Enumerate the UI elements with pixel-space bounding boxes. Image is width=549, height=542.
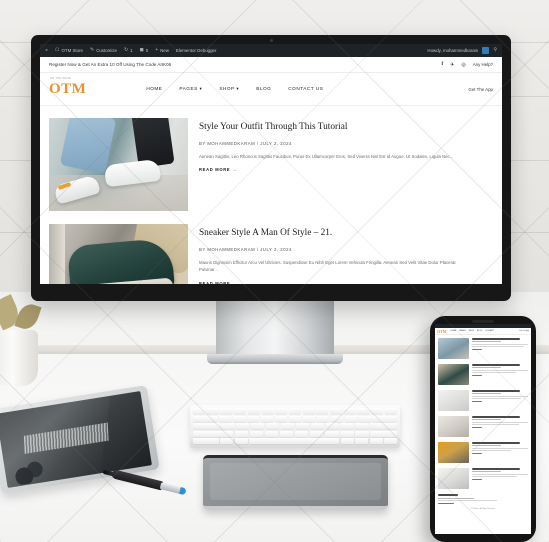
main-navigation: HOME PAGES ▾ SHOP ▾ BLOG CONTACT US — [146, 86, 323, 92]
admin-bar-item-elementor-debugger[interactable]: Elementor Debugger — [176, 48, 217, 53]
graphics-tablet[interactable] — [203, 455, 388, 510]
nav-item-label: PAGES — [179, 86, 198, 91]
keyboard-row — [193, 408, 397, 414]
nav-item-shop[interactable]: SHOP ▾ — [219, 86, 239, 92]
keyboard-row — [193, 438, 398, 445]
help-link[interactable]: Any Help? — [473, 62, 493, 67]
phone-get-the-app-link[interactable]: Get The App — [519, 330, 529, 332]
phone-post-thumbnail[interactable] — [438, 441, 469, 463]
phone-post-item[interactable] — [435, 361, 531, 387]
read-more-link[interactable]: READ MORE → — [199, 281, 493, 284]
wordpress-admin-bar[interactable]: ◒ ☖ OTM Store ✎ Customize ↻ 1 ◼ 0 + New … — [40, 44, 502, 57]
phone-nav-item-contact[interactable]: CONTACT — [485, 330, 494, 332]
wordpress-icon[interactable]: ◒ — [45, 48, 48, 53]
post-excerpt: Mauris Dignissim Efficitur Arcu Vel Ultr… — [199, 259, 456, 273]
blog-post-list: Style Your Outfit Through This Tutorial … — [40, 106, 502, 284]
phone-post-thumbnail[interactable] — [438, 337, 469, 359]
admin-bar-label: Elementor Debugger — [175, 48, 217, 53]
site-logo[interactable]: ON THE MOVE OTM — [49, 77, 87, 97]
post-title[interactable]: Style Your Outfit Through This Tutorial — [199, 122, 493, 134]
promo-text: Register Now & Get An Extra 10 Off Using… — [49, 62, 172, 67]
phone-nav-item-pages[interactable]: PAGES — [459, 330, 465, 332]
phone-post-thumbnail[interactable] — [438, 389, 469, 411]
admin-bar-howdy[interactable]: Howdy, mohammedkaram — [427, 48, 478, 53]
monitor-screen: ◒ ☖ OTM Store ✎ Customize ↻ 1 ◼ 0 + New … — [40, 44, 502, 284]
stylus-accent-ring — [179, 486, 187, 496]
facebook-icon[interactable]: f — [441, 62, 443, 67]
chevron-down-icon: ▾ — [199, 86, 203, 91]
site-header: ON THE MOVE OTM HOME PAGES ▾ SHOP ▾ BLOG… — [40, 73, 502, 106]
keyboard-row — [193, 415, 398, 422]
phone-footer: OTM Store. All Rights Reserved. — [435, 491, 531, 513]
nav-item-label: SHOP — [219, 86, 235, 91]
phone-nav-item-blog[interactable]: BLOG — [477, 330, 482, 332]
phone-speaker — [472, 320, 494, 323]
keyboard-row — [193, 430, 398, 437]
avatar[interactable] — [482, 47, 490, 54]
blog-post-item: Style Your Outfit Through This Tutorial … — [49, 118, 493, 211]
post-meta: BY MOHAMMEDKARAM / JULY 2, 2024 — [199, 140, 292, 146]
admin-bar-item-updates[interactable]: ↻ 1 — [123, 47, 133, 54]
phone-post-item[interactable] — [435, 413, 531, 439]
admin-bar-label: 1 — [130, 48, 133, 53]
promo-bar: Register Now & Get An Extra 10 Off Using… — [40, 57, 502, 73]
phone-nav-item-shop[interactable]: SHOP — [469, 330, 474, 332]
comment-icon: ◼ — [139, 47, 144, 53]
post-thumbnail[interactable] — [49, 118, 188, 211]
post-meta: BY MOHAMMEDKARAM / JULY 2, 2024 — [199, 246, 292, 252]
plant-pot — [0, 330, 38, 386]
blog-post-item: Sneaker Style A Man Of Style – 21. BY MO… — [49, 224, 493, 284]
search-icon[interactable]: ⚲ — [493, 48, 497, 53]
admin-bar-label: 0 — [145, 48, 149, 53]
post-excerpt: Aenean Sagittis, Leo Rhoncus Sagittis Fa… — [199, 153, 454, 159]
phone-post-item[interactable] — [435, 335, 531, 361]
admin-bar-label: Customize — [96, 48, 117, 53]
site-icon: ☖ — [55, 47, 60, 53]
admin-bar-label: OTM Store — [61, 48, 83, 53]
admin-bar-item-new[interactable]: + New — [155, 47, 169, 54]
monitor-stand-neck — [215, 299, 334, 356]
refresh-icon: ↻ — [123, 47, 129, 53]
smartphone: OTM HOME PAGES SHOP BLOG CONTACT Get The… — [430, 316, 536, 542]
instagram-icon[interactable]: ◎ — [461, 62, 465, 68]
nav-item-contact-us[interactable]: CONTACT US — [288, 86, 323, 92]
phone-post-item[interactable] — [435, 387, 531, 413]
post-title[interactable]: Sneaker Style A Man Of Style – 21. — [199, 228, 493, 240]
phone-nav-item-home[interactable]: HOME — [451, 330, 457, 332]
phone-post-item[interactable] — [435, 439, 531, 465]
phone-post-item[interactable] — [435, 465, 531, 491]
tablet-active-area[interactable] — [210, 463, 381, 500]
nav-item-pages[interactable]: PAGES ▾ — [179, 86, 202, 92]
twitter-icon[interactable]: ✈ — [450, 62, 454, 68]
get-the-app-link[interactable]: Get The App — [468, 87, 493, 92]
nav-item-blog[interactable]: BLOG — [256, 86, 271, 92]
phone-logo[interactable]: OTM — [437, 329, 447, 334]
chevron-down-icon: ▾ — [236, 86, 240, 91]
device-mockup-scene: ◒ ☖ OTM Store ✎ Customize ↻ 1 ◼ 0 + New … — [0, 0, 549, 542]
phone-post-thumbnail[interactable] — [438, 363, 469, 385]
phone-post-thumbnail[interactable] — [438, 415, 469, 437]
webcam-icon — [269, 39, 273, 42]
phone-post-thumbnail[interactable] — [438, 467, 469, 489]
logo-tagline: ON THE MOVE — [50, 77, 72, 80]
read-more-link[interactable]: READ MORE → — [199, 167, 493, 172]
admin-bar-item-comments[interactable]: ◼ 0 — [139, 47, 149, 54]
nav-item-home[interactable]: HOME — [146, 86, 162, 92]
admin-bar-item-site[interactable]: ☖ OTM Store — [55, 47, 83, 54]
phone-screen: OTM HOME PAGES SHOP BLOG CONTACT Get The… — [435, 324, 531, 534]
plus-icon: + — [155, 47, 159, 53]
phone-copyright: OTM Store. All Rights Reserved. — [470, 508, 496, 511]
post-thumbnail[interactable] — [49, 224, 188, 284]
admin-bar-item-customize[interactable]: ✎ Customize — [89, 47, 117, 54]
keyboard-row — [193, 423, 397, 430]
keyboard[interactable] — [190, 405, 400, 448]
admin-bar-label: New — [160, 48, 169, 53]
pencil-icon: ✎ — [89, 47, 95, 53]
monitor-stand-foot — [206, 354, 343, 364]
desktop-monitor: ◒ ☖ OTM Store ✎ Customize ↻ 1 ◼ 0 + New … — [31, 35, 511, 301]
logo-text: OTM — [49, 80, 87, 97]
phone-site-header: OTM HOME PAGES SHOP BLOG CONTACT Get The… — [435, 328, 531, 335]
